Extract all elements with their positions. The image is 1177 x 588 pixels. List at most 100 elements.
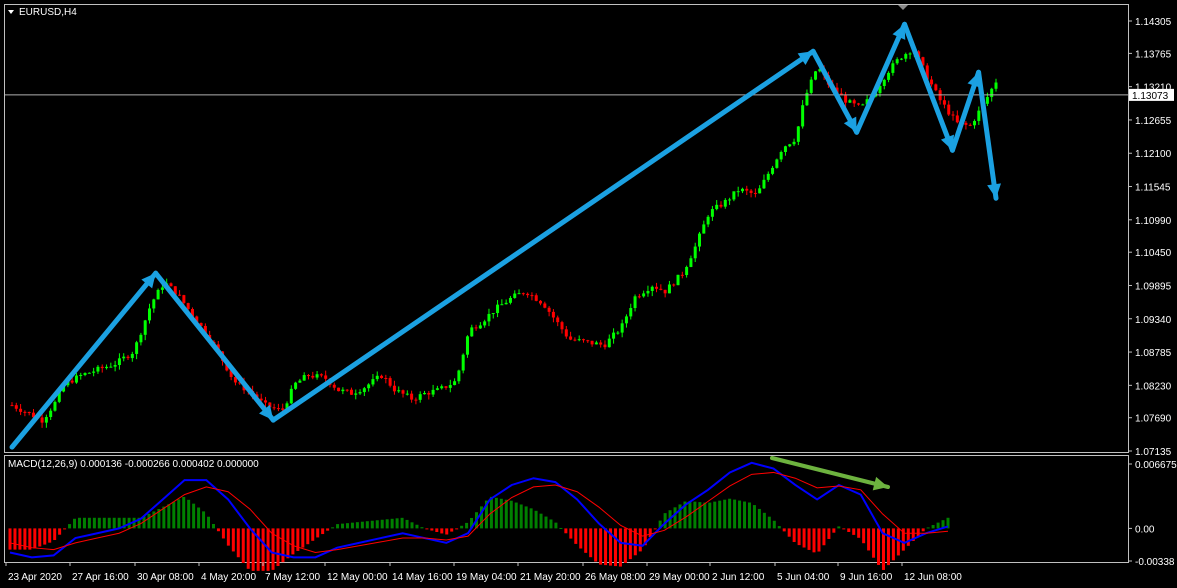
histogram-bar: [599, 528, 603, 565]
candle-body: [461, 354, 465, 371]
candle-body: [319, 374, 323, 376]
macd-tick-label: 0.00: [1135, 524, 1155, 535]
histogram-bar: [370, 520, 374, 529]
histogram-bar: [291, 528, 295, 555]
histogram-bar: [216, 528, 220, 532]
candle-body: [483, 321, 487, 326]
candle-body: [87, 372, 91, 374]
candle-body: [702, 224, 706, 234]
candle-body: [281, 408, 285, 410]
time-tick-label: 9 Jun 16:00: [840, 572, 893, 583]
time-tick-label: 2 Jun 12:00: [712, 572, 765, 583]
histogram-bar: [276, 528, 280, 566]
candle-body: [985, 97, 989, 104]
candle-body: [814, 71, 818, 80]
histogram-bar: [211, 523, 215, 529]
candle-body: [951, 114, 955, 116]
divergence-arrow: [770, 456, 890, 491]
candle-body: [474, 327, 478, 329]
histogram-bar: [112, 517, 116, 529]
histogram-bar: [708, 502, 712, 529]
candle-body: [560, 322, 564, 330]
price-axis: 1.143051.137651.132101.126551.121001.115…: [1128, 17, 1174, 458]
histogram-bar: [926, 527, 930, 529]
candle-body: [904, 54, 908, 59]
time-tick-label: 7 May 12:00: [265, 572, 320, 583]
histogram-bar: [777, 526, 781, 529]
histogram-bar: [782, 528, 786, 532]
histogram-bar: [916, 528, 920, 537]
macd-tick-label: 0.006675: [1135, 460, 1177, 471]
shift-marker-icon[interactable]: [898, 5, 908, 10]
candle-body: [788, 144, 792, 147]
histogram-bar: [569, 528, 573, 539]
candle-body: [612, 332, 616, 339]
candle-body: [44, 417, 48, 423]
histogram-bar: [549, 519, 553, 529]
candle-body: [569, 336, 573, 340]
histogram-bar: [400, 517, 404, 529]
candle-body: [431, 389, 435, 395]
histogram-bar: [906, 528, 910, 546]
histogram-bar: [589, 528, 593, 558]
candle-body: [470, 327, 474, 337]
candle-body: [289, 388, 293, 404]
histogram-bar: [306, 528, 310, 545]
histogram-bar: [172, 501, 176, 529]
chart-title: EURUSD,H4: [19, 7, 77, 18]
histogram-bar: [738, 500, 742, 529]
candle-body: [79, 374, 83, 376]
candle-body: [908, 53, 912, 55]
candle-body: [182, 295, 186, 304]
candle-body: [74, 375, 78, 383]
histogram-bar: [350, 522, 354, 529]
chart-canvas[interactable]: 1.143051.137651.132101.126551.121001.115…: [0, 0, 1177, 588]
candle-body: [440, 386, 444, 389]
histogram-bar: [767, 516, 771, 529]
macd-label: MACD(12,26,9) 0.000136 -0.000266 0.00040…: [8, 459, 259, 470]
candle-body: [899, 58, 903, 60]
candle-body: [530, 295, 534, 297]
candle-body: [732, 191, 736, 200]
candle-body: [728, 199, 732, 201]
wave-leg: [854, 21, 908, 135]
candle-body: [947, 104, 951, 115]
histogram-bar: [18, 528, 22, 550]
candle-body: [581, 339, 585, 341]
candle-body: [603, 344, 607, 348]
histogram-bar: [48, 528, 52, 543]
candle-body: [706, 216, 710, 225]
histogram-bar: [867, 528, 871, 551]
histogram-bar: [747, 502, 751, 529]
histogram-bar: [891, 528, 895, 561]
histogram-bar: [207, 516, 211, 529]
histogram-bar: [231, 528, 235, 552]
candle-body: [667, 284, 671, 294]
dropdown-triangle-icon[interactable]: [8, 10, 14, 14]
candle-body: [620, 323, 624, 333]
candle-body: [796, 126, 800, 142]
price-tick-label: 1.10450: [1135, 248, 1172, 259]
candle-body: [414, 399, 418, 401]
candle-body: [122, 356, 126, 359]
candle-body: [642, 293, 646, 297]
candle-body: [362, 388, 366, 393]
candle-body: [354, 393, 358, 395]
candle-body: [500, 304, 504, 306]
histogram-bar: [360, 521, 364, 529]
candle-body: [388, 378, 392, 386]
histogram-bar: [936, 522, 940, 529]
histogram-bar: [896, 528, 900, 556]
candle-body: [551, 311, 555, 318]
candle-body: [513, 293, 517, 298]
candle-body: [508, 297, 512, 303]
macd-line: [9, 461, 949, 559]
histogram-bar: [241, 528, 245, 564]
candle-body: [599, 342, 603, 345]
histogram-bar: [326, 528, 330, 531]
price-tick-label: 1.12655: [1135, 116, 1172, 127]
histogram-bar: [752, 505, 756, 529]
candle-body: [491, 313, 495, 315]
histogram-bar: [73, 518, 77, 529]
time-tick-label: 5 Jun 04:00: [777, 572, 830, 583]
